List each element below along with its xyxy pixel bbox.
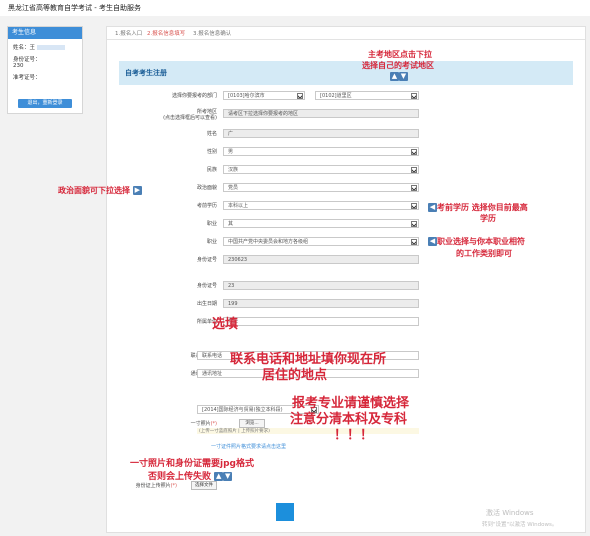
name-redacted [36, 45, 65, 50]
birthdate-field[interactable]: 199 [223, 299, 419, 308]
form-header: 自考考生注册 [119, 61, 573, 85]
id-upload-required: (*) [170, 483, 177, 489]
upload-preview-thumbnail [276, 503, 294, 521]
step-3[interactable]: 3.报名信息确认 [193, 29, 231, 37]
id-upload-label: 身份证上传照片(*) [107, 483, 177, 489]
gender-value: 男 [228, 149, 234, 155]
annotation-politics-text: 政治面貌可下拉选择 [58, 186, 130, 195]
annotation-education-text: 考前学历 选择你目前最高 [437, 203, 528, 212]
annotation-region-arrows: ▲ ▼ [390, 72, 408, 81]
job-select-2[interactable]: 中国共产党中央委员会和地方各级组 [223, 237, 419, 246]
politics-label: 政治面貌 [196, 185, 217, 191]
annotation-job-text: 职业选择与你本职业相符 [437, 237, 525, 246]
education-label: 考前学历 [196, 203, 217, 209]
name-field[interactable]: 广 [223, 129, 419, 138]
arrow-up-icon: ▲ [214, 472, 224, 481]
ethnicity-label: 民族 [206, 167, 217, 173]
student-info-header: 考生信息 [8, 27, 82, 39]
idcard-label-2: 身份证号 [196, 283, 217, 289]
dept-select[interactable]: [0103]哈尔滨市 [223, 91, 305, 100]
exam-area-label: 所考地区 (点击选择框后可以查看) [137, 109, 217, 121]
annotation-contact-2: 居住的地点 [262, 368, 328, 383]
annotation-education-2: 学历 [480, 214, 496, 223]
step-1[interactable]: 1.报名入口 [115, 29, 142, 37]
browse-button[interactable]: 浏览... [239, 419, 265, 428]
id-upload-label-text: 身份证上传照片 [135, 483, 171, 489]
birthdate-label: 出生日期 [196, 301, 217, 307]
name-row: 姓名：王 [8, 43, 82, 51]
name-field-label: 姓名 [206, 131, 217, 137]
gender-label: 性别 [206, 149, 217, 155]
idcard-label-1: 身份证号 [196, 257, 217, 263]
step-2[interactable]: 2.报名信息填写 [147, 29, 185, 37]
gender-select[interactable]: 男 [223, 147, 419, 156]
dept-value: [0103]哈尔滨市 [228, 93, 265, 99]
ethnicity-value: 汉族 [228, 167, 239, 173]
arrow-left-icon: ◀ [428, 203, 437, 212]
job-select-1[interactable]: 其 [223, 219, 419, 228]
examno-row: 准考证号： [8, 73, 82, 81]
annotation-photo-2-text: 否则会上传失败 [148, 472, 212, 482]
student-info-panel: 考生信息 姓名：王 身份证号： 230 准考证号： 退出，重新登录 [7, 26, 83, 114]
form-title: 自考考生注册 [125, 69, 167, 77]
major-value: [2014]国际经济与贸易(独立本科段) [202, 407, 283, 413]
job-label-1: 职业 [206, 221, 217, 227]
annotation-job: ◀ 职业选择与你本职业相符 [428, 236, 525, 247]
photo-format-link[interactable]: 一寸证件照片格式要求请点击这里 [211, 443, 286, 450]
logout-button[interactable]: 退出，重新登录 [18, 99, 72, 108]
annotation-politics: 政治面貌可下拉选择 ▶ [58, 185, 142, 196]
windows-watermark-sub: 转到"设置"以激活 Windows。 [482, 522, 558, 528]
education-select[interactable]: 本科以上 [223, 201, 419, 210]
idcard-field-2[interactable]: 23 [223, 281, 419, 290]
name-value: 王 [29, 45, 36, 51]
exam-area-hint: (点击选择框后可以查看) [163, 115, 217, 121]
job-label-2: 职业 [206, 239, 217, 245]
education-value: 本科以上 [228, 203, 249, 209]
top-bar: 黑龙江省高等教育自学考试 - 考生自助服务 [0, 0, 590, 16]
windows-watermark: 激活 Windows [486, 509, 534, 517]
annotation-region: 主考地区点击下拉 [368, 50, 432, 59]
annotation-region-2: 选择自己的考试地区 [362, 61, 434, 70]
idno-row: 身份证号： 230 [8, 55, 82, 69]
arrow-right-icon: ▶ [132, 186, 142, 195]
district-select[interactable]: [0102]道里区 [315, 91, 419, 100]
ethnicity-select[interactable]: 汉族 [223, 165, 419, 174]
photo-required: (*) [210, 421, 217, 427]
employer-label: 所属单位 [196, 319, 217, 325]
photo-note: (上传一寸蓝底照片 | 上传照片要求) [199, 429, 270, 434]
arrow-down-icon: ▼ [399, 72, 408, 81]
arrow-up-icon: ▲ [390, 72, 399, 81]
annotation-optional: 选填 [212, 317, 239, 332]
employer-input[interactable]: 东华 [223, 317, 419, 326]
dept-label: 选择你要报考的部门 [171, 93, 217, 99]
job-value-2: 中国共产党中央委员会和地方各级组 [228, 239, 309, 245]
examno-label: 准考证号： [13, 75, 41, 81]
district-value: [0102]道里区 [320, 93, 352, 99]
annotation-job-2: 的工作类别即可 [456, 249, 512, 258]
idno-value: 230 [13, 63, 24, 69]
choose-file-button[interactable]: 选择文件 [191, 481, 217, 490]
annotation-photo-2: 否则会上传失败 ▲ ▼ [148, 469, 233, 482]
exam-area-field[interactable]: 请考区下拉选择你要报考的地区 [223, 109, 419, 118]
page-title: 黑龙江省高等教育自学考试 - 考生自助服务 [8, 4, 141, 12]
step-tabs: 1.报名入口 2.报名信息填写 3.报名信息确认 [107, 27, 585, 40]
politics-select[interactable]: 党员 [223, 183, 419, 192]
annotation-education: ◀ 考前学历 选择你目前最高 [428, 202, 528, 213]
politics-value: 党员 [228, 185, 239, 191]
arrow-left-icon: ◀ [428, 237, 437, 246]
annotation-major-3: ！！！ [334, 428, 374, 443]
arrow-down-icon: ▼ [223, 472, 233, 481]
annotation-photo: 一寸照片和身份证需要jpg格式 [130, 459, 254, 469]
photo-label-text: 一寸照片 [190, 421, 211, 427]
idcard-field-1[interactable]: 230623 [223, 255, 419, 264]
job-value-1: 其 [228, 221, 234, 227]
name-label: 姓名： [13, 45, 30, 51]
photo-label: 一寸照片(*) [137, 421, 217, 427]
